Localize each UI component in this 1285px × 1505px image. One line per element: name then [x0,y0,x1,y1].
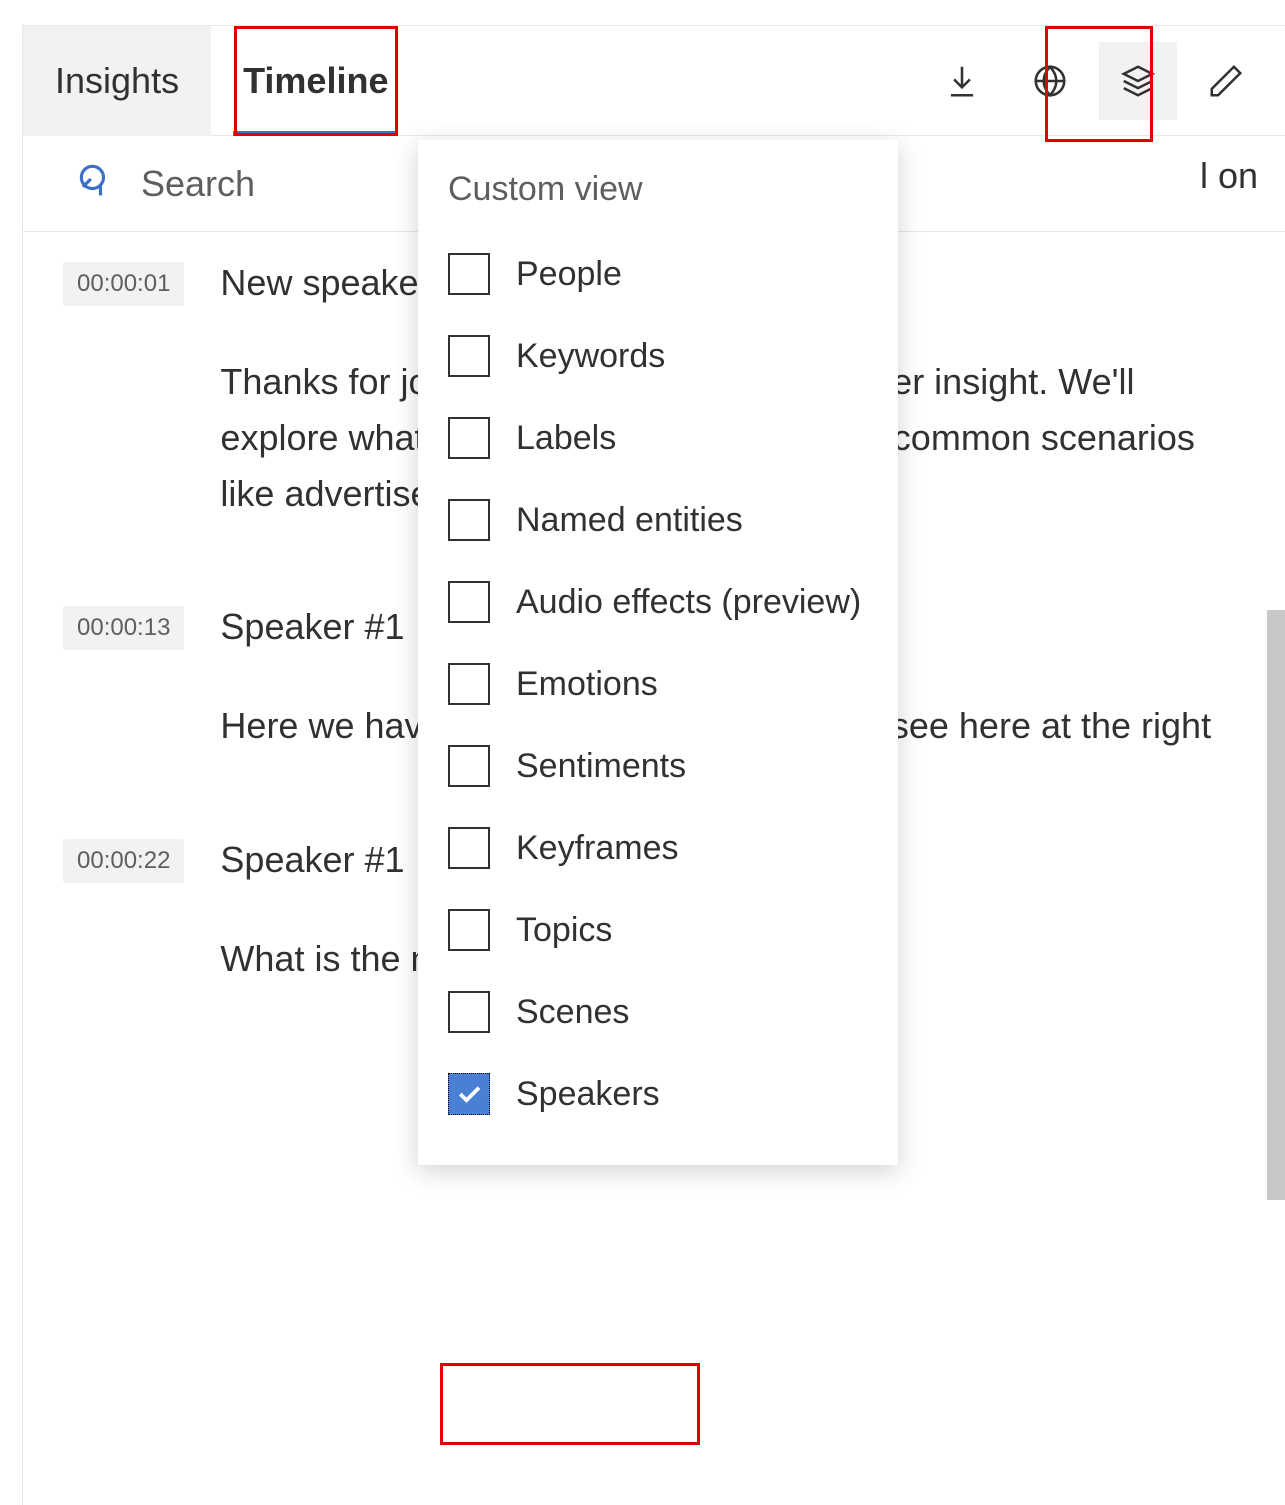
dropdown-item-label: Emotions [516,665,658,704]
dropdown-item-label: Scenes [516,993,629,1032]
layers-button[interactable] [1099,42,1177,120]
dropdown-item-named-entities[interactable]: Named entities [418,479,898,561]
checkbox[interactable] [448,499,490,541]
checkbox[interactable] [448,827,490,869]
dropdown-item-speakers[interactable]: Speakers [418,1053,898,1135]
timestamp[interactable]: 00:00:22 [63,839,184,883]
dropdown-item-label: Audio effects (preview) [516,583,861,622]
dropdown-item-label: People [516,255,622,294]
dropdown-item-label: Keyframes [516,829,679,868]
checkbox[interactable] [448,253,490,295]
dropdown-item-keywords[interactable]: Keywords [418,315,898,397]
tab-insights-label: Insights [55,60,179,102]
dropdown-item-label: Named entities [516,501,743,540]
dropdown-item-labels[interactable]: Labels [418,397,898,479]
tab-timeline[interactable]: Timeline [211,26,420,136]
dropdown-item-label: Keywords [516,337,665,376]
dropdown-item-emotions[interactable]: Emotions [418,643,898,725]
pencil-icon [1207,62,1245,100]
download-button[interactable] [923,42,1001,120]
dropdown-title: Custom view [418,170,898,233]
edit-button[interactable] [1187,42,1265,120]
dropdown-item-label: Sentiments [516,747,686,786]
dropdown-item-topics[interactable]: Topics [418,889,898,971]
custom-view-dropdown: Custom view People Keywords Labels Named en… [418,140,898,1165]
checkbox[interactable] [448,991,490,1033]
globe-icon [1031,62,1069,100]
scrollbar-thumb[interactable] [1267,610,1285,1200]
tab-bar: Insights Timeline [23,26,1285,136]
dropdown-item-sentiments[interactable]: Sentiments [418,725,898,807]
checkbox[interactable] [448,663,490,705]
dropdown-item-keyframes[interactable]: Keyframes [418,807,898,889]
search-icon [75,160,113,207]
dropdown-item-scenes[interactable]: Scenes [418,971,898,1053]
dropdown-item-label: Speakers [516,1075,660,1114]
checkbox[interactable] [448,335,490,377]
checkbox[interactable] [448,581,490,623]
overflow-autoscroll-text: l on [1200,155,1285,197]
language-button[interactable] [1011,42,1089,120]
checkbox[interactable] [448,745,490,787]
timestamp[interactable]: 00:00:01 [63,262,184,306]
dropdown-item-audio-effects-preview-[interactable]: Audio effects (preview) [418,561,898,643]
download-icon [943,62,981,100]
timestamp[interactable]: 00:00:13 [63,606,184,650]
checkbox[interactable] [448,1073,490,1115]
layers-icon [1119,62,1157,100]
checkbox[interactable] [448,417,490,459]
tab-timeline-label: Timeline [243,60,388,102]
checkbox[interactable] [448,909,490,951]
tabs-container: Insights Timeline [23,26,420,136]
tab-insights[interactable]: Insights [23,26,211,136]
dropdown-item-people[interactable]: People [418,233,898,315]
dropdown-item-label: Topics [516,911,612,950]
dropdown-item-label: Labels [516,419,616,458]
